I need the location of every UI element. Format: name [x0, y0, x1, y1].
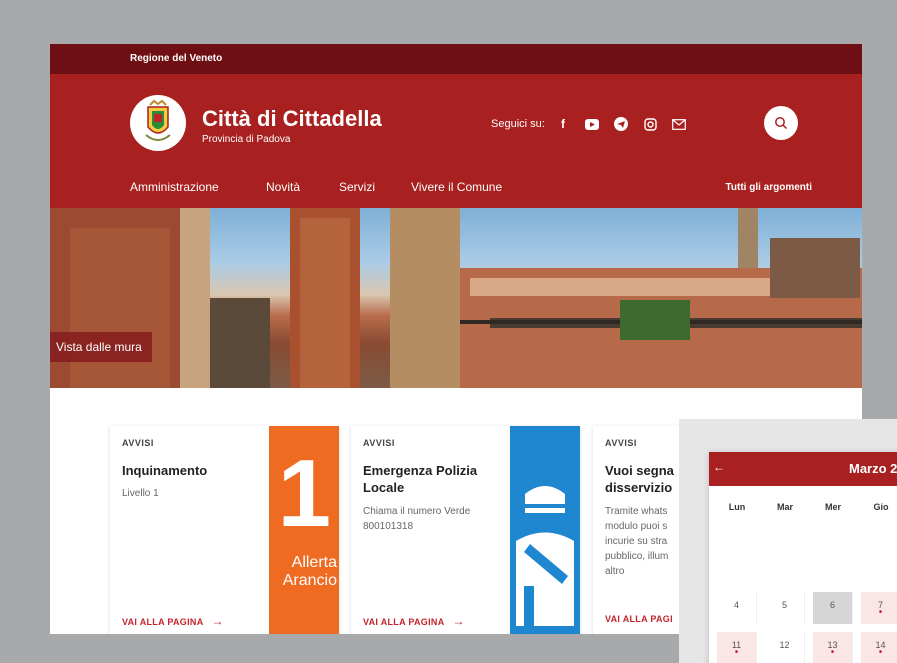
alert-level-label-line: Allerta — [291, 554, 337, 571]
event-dot-icon: • — [878, 607, 883, 618]
calendar-day-event[interactable]: 11 • — [717, 632, 757, 663]
alert-card-polizia: AVVISI Emergenza Polizia Locale Chiama i… — [351, 426, 580, 634]
youtube-icon[interactable] — [584, 116, 600, 132]
all-topics-link[interactable]: Tutti gli argomenti — [726, 182, 812, 193]
search-button[interactable] — [764, 106, 798, 140]
card-title-line: disservizio — [605, 480, 673, 495]
facebook-icon[interactable]: f — [555, 116, 571, 132]
site-subtitle: Provincia di Padova — [202, 134, 291, 145]
calendar-day-today[interactable]: 6 — [813, 592, 853, 624]
hero-caption: Vista dalle mura — [50, 332, 152, 362]
arrow-right-icon: → — [452, 614, 465, 628]
nav-item-amministrazione[interactable]: Amministrazione — [130, 180, 219, 194]
alert-level-label-line: Arancio — [282, 572, 337, 589]
arrow-right-icon: → — [211, 614, 224, 628]
weekday-label: Gio — [873, 502, 889, 512]
arrow-left-icon[interactable]: ← — [713, 460, 725, 474]
alert-card-inquinamento: AVVISI Inquinamento Livello 1 VAI ALLA P… — [110, 426, 339, 634]
calendar-widget: ← Marzo 2 Lun Mar Mer Gio 4 5 6 7 • 11 • 1… — [709, 452, 897, 663]
calendar-month: Marzo 2 — [849, 461, 897, 476]
calendar-day-event[interactable]: 14 • — [861, 632, 897, 663]
card-text-line: Tramite whats — [605, 506, 668, 517]
event-dot-icon: • — [830, 647, 835, 658]
calendar-day-event[interactable]: 13 • — [813, 632, 853, 663]
phone-number: 800101318 — [363, 521, 414, 532]
card-text-line: Chiama il numero Verde — [363, 506, 471, 517]
police-officer-icon — [516, 486, 574, 626]
site-title[interactable]: Città di Cittadella — [202, 106, 382, 132]
search-icon — [775, 117, 788, 130]
day-number: 6 — [829, 600, 835, 610]
card-title-line: Locale — [363, 480, 405, 495]
card-text: Chiama il numero Verde 800101318 — [363, 504, 470, 534]
mail-icon[interactable] — [671, 116, 687, 132]
nav-item-vivere-il-comune[interactable]: Vivere il Comune — [411, 180, 502, 194]
card-title-line: Emergenza Polizia — [363, 463, 478, 478]
site-header: Città di Cittadella Provincia di Padova … — [50, 74, 862, 172]
event-dot-icon: • — [734, 647, 739, 658]
card-title[interactable]: Emergenza Polizia Locale — [363, 462, 477, 496]
alert-level-label: Allerta Arancio — [283, 554, 337, 590]
card-text: Livello 1 — [122, 488, 159, 499]
calendar-day[interactable]: 12 — [765, 632, 805, 663]
nav-item-novita[interactable]: Novità — [266, 180, 300, 194]
weekday-label: Mer — [824, 502, 841, 512]
police-badge — [510, 426, 580, 634]
telegram-icon[interactable] — [613, 116, 629, 132]
region-link[interactable]: Regione del Veneto — [130, 53, 222, 64]
card-link[interactable]: VAI ALLA PAGI — [605, 614, 673, 624]
nav-item-servizi[interactable]: Servizi — [339, 180, 375, 194]
card-text-line: pubblico, illum — [605, 551, 669, 562]
main-nav: Amministrazione Novità Servizi Vivere il… — [50, 172, 862, 208]
card-title[interactable]: Vuoi segna disservizio — [605, 462, 674, 496]
coat-of-arms-logo[interactable] — [130, 95, 186, 151]
card-kicker: AVVISI — [363, 438, 395, 448]
calendar-day[interactable]: 4 — [717, 592, 757, 624]
card-link[interactable]: VAI ALLA PAGINA → — [122, 614, 224, 628]
card-link[interactable]: VAI ALLA PAGINA → — [363, 614, 465, 628]
alert-level-badge: 1 Allerta Arancio — [269, 426, 339, 634]
instagram-icon[interactable] — [642, 116, 658, 132]
region-bar: Regione del Veneto — [50, 44, 862, 74]
card-text-line: incurie su stra — [605, 536, 668, 547]
event-dot-icon: • — [878, 647, 883, 658]
calendar-header: ← Marzo 2 — [709, 452, 897, 486]
card-link-label: VAI ALLA PAGINA — [363, 617, 445, 627]
social-label: Seguici su: — [491, 118, 545, 130]
card-title[interactable]: Inquinamento — [122, 462, 207, 479]
day-number: 4 — [733, 600, 739, 610]
card-link-label: VAI ALLA PAGI — [605, 614, 673, 624]
weekday-label: Lun — [728, 502, 746, 512]
calendar-day[interactable]: 5 — [765, 592, 805, 624]
card-kicker: AVVISI — [605, 438, 637, 448]
day-number: 5 — [781, 600, 787, 610]
calendar-day-event[interactable]: 7 • — [861, 592, 897, 624]
card-kicker: AVVISI — [122, 438, 154, 448]
card-link-label: VAI ALLA PAGINA — [122, 617, 204, 627]
card-text: Tramite whats modulo puoi s incurie su s… — [605, 504, 668, 579]
hero-image: Vista dalle mura — [50, 208, 862, 388]
day-number: 12 — [779, 640, 790, 650]
alert-level-number: 1 — [277, 440, 331, 547]
card-text-line: modulo puoi s — [605, 521, 668, 532]
weekday-label: Mar — [776, 502, 793, 512]
card-text-line: altro — [605, 566, 625, 577]
card-title-line: Vuoi segna — [605, 463, 674, 478]
